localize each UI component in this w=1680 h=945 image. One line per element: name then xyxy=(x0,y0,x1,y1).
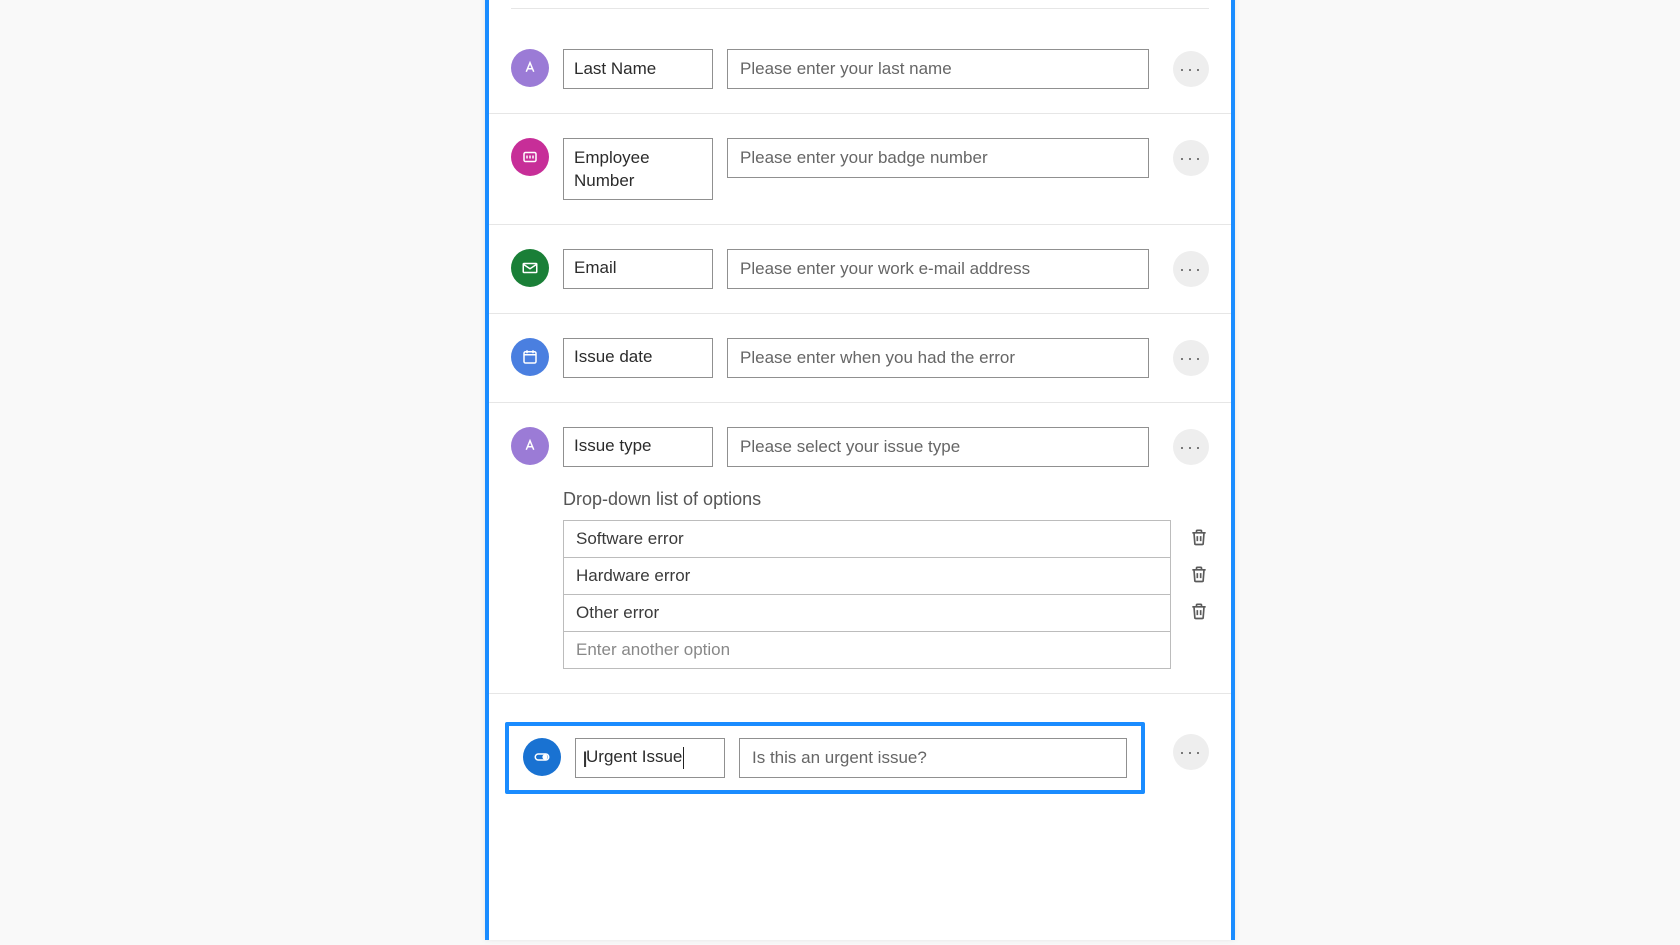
field-label-input[interactable]: Issue date xyxy=(563,338,713,378)
dropdown-option-input[interactable]: Other error xyxy=(563,594,1171,631)
toggle-icon xyxy=(523,738,561,776)
field-main: Issue type Please select your issue type ·… xyxy=(511,427,1209,467)
more-button[interactable]: ··· xyxy=(1173,140,1209,176)
dropdown-option-input[interactable]: Hardware error xyxy=(563,557,1171,594)
field-placeholder-input[interactable]: Please enter when you had the error xyxy=(727,338,1149,378)
more-button[interactable]: ··· xyxy=(1173,429,1209,465)
field-placeholder-input[interactable]: Is this an urgent issue? xyxy=(739,738,1127,778)
field-placeholder-input[interactable]: Please enter your last name xyxy=(727,49,1149,89)
more-button[interactable]: ··· xyxy=(1173,51,1209,87)
dropdown-options-section: Drop-down list of options Software errorH… xyxy=(563,489,1209,669)
dropdown-option-row: Other error xyxy=(563,594,1209,631)
text-caret xyxy=(683,747,684,769)
field-placeholder-input[interactable]: Please enter your work e-mail address xyxy=(727,249,1149,289)
text-icon xyxy=(511,49,549,87)
field-placeholder-input[interactable]: Please select your issue type xyxy=(727,427,1149,467)
dropdown-option-input[interactable]: Software error xyxy=(563,520,1171,557)
field-main: Issue date Please enter when you had the … xyxy=(511,338,1209,378)
field-row[interactable]: Issue type Please select your issue type ·… xyxy=(489,403,1231,694)
field-main: Last Name Please enter your last name ··· xyxy=(511,49,1209,89)
field-label-input[interactable]: IUrgent Issue xyxy=(575,738,725,778)
field-main: Email Please enter your work e-mail addre… xyxy=(511,249,1209,289)
more-button[interactable]: ··· xyxy=(1173,340,1209,376)
field-row[interactable]: Employee Number Please enter your badge n… xyxy=(489,114,1231,225)
dropdown-option-row: Hardware error xyxy=(563,557,1209,594)
field-label-input[interactable]: Issue type xyxy=(563,427,713,467)
field-row[interactable]: Issue date Please enter when you had the … xyxy=(489,314,1231,403)
field-row[interactable]: Email Please enter your work e-mail addre… xyxy=(489,225,1231,314)
form-builder-card: Last NamePlease enter your last name···E… xyxy=(485,0,1235,940)
text-icon xyxy=(511,427,549,465)
number-icon xyxy=(511,138,549,176)
add-option-input[interactable]: Enter another option xyxy=(563,631,1171,669)
field-label-input[interactable]: Employee Number xyxy=(563,138,713,200)
field-label-input[interactable]: Email xyxy=(563,249,713,289)
field-main: Employee Number Please enter your badge n… xyxy=(511,138,1209,200)
dropdown-title: Drop-down list of options xyxy=(563,489,1209,510)
more-button[interactable]: ··· xyxy=(1173,734,1209,770)
field-main: IUrgent Issue Is this an urgent issue? xyxy=(523,738,1127,778)
delete-option-button[interactable] xyxy=(1189,564,1209,586)
delete-option-button[interactable] xyxy=(1189,527,1209,549)
email-icon xyxy=(511,249,549,287)
dropdown-option-row: Enter another option xyxy=(563,631,1209,669)
more-button[interactable]: ··· xyxy=(1173,251,1209,287)
calendar-icon xyxy=(511,338,549,376)
field-label-input[interactable]: Last Name xyxy=(563,49,713,89)
delete-option-button[interactable] xyxy=(1189,601,1209,623)
field-placeholder-input[interactable]: Please enter your badge number xyxy=(727,138,1149,178)
selected-row-wrapper: IUrgent Issue Is this an urgent issue? ··· xyxy=(497,708,1209,794)
field-row-selected[interactable]: IUrgent Issue Is this an urgent issue? xyxy=(505,722,1145,794)
dropdown-option-row: Software error xyxy=(563,520,1209,557)
field-row[interactable]: Last Name Please enter your last name ··· xyxy=(489,9,1231,114)
